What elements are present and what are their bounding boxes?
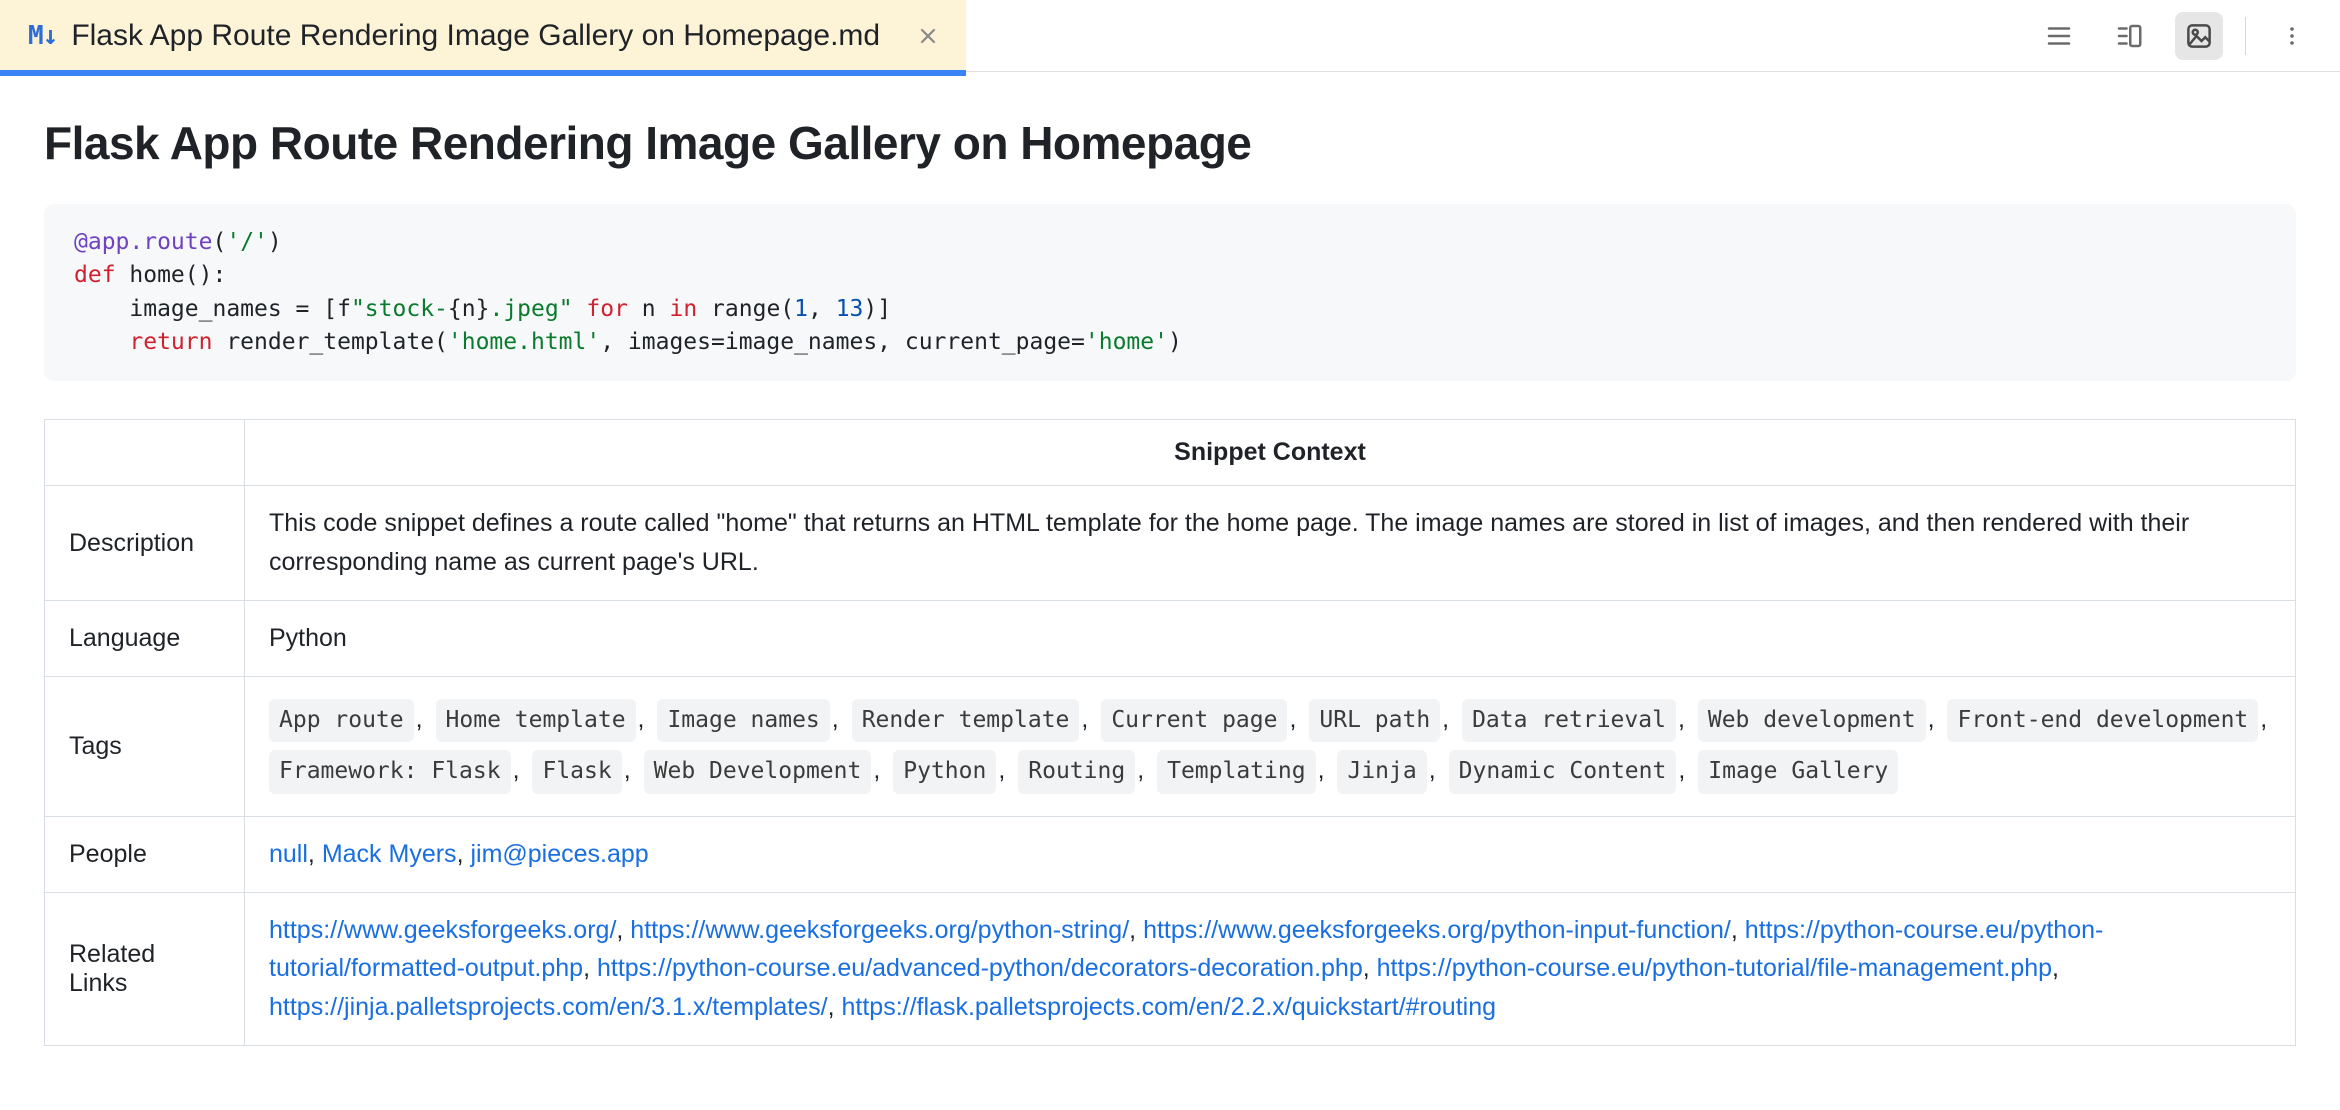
tag-chip: Web development xyxy=(1698,699,1926,743)
toolbar-separator xyxy=(2245,17,2246,55)
tag-chip: Home template xyxy=(436,699,636,743)
table-header-main: Snippet Context xyxy=(245,420,2296,486)
related-link[interactable]: https://python-course.eu/advanced-python… xyxy=(597,954,1363,982)
row-value-people: null, Mack Myers, jim@pieces.app xyxy=(245,816,2296,892)
page-title: Flask App Route Rendering Image Gallery … xyxy=(44,116,2296,170)
table-header-empty xyxy=(45,420,245,486)
row-label-people: People xyxy=(45,816,245,892)
tag-chip: Routing xyxy=(1018,750,1135,794)
close-tab-button[interactable] xyxy=(914,22,942,50)
tag-chip: Front-end development xyxy=(1947,699,2258,743)
row-label-links: Related Links xyxy=(45,892,245,1045)
related-link[interactable]: https://www.geeksforgeeks.org/python-inp… xyxy=(1143,916,1731,944)
row-value-links: https://www.geeksforgeeks.org/, https://… xyxy=(245,892,2296,1045)
active-tab[interactable]: M↓ Flask App Route Rendering Image Galle… xyxy=(0,0,966,72)
table-row: Description This code snippet defines a … xyxy=(45,486,2296,601)
tag-chip: Templating xyxy=(1157,750,1315,794)
table-row: Tags App route, Home template, Image nam… xyxy=(45,676,2296,816)
tab-filename: Flask App Route Rendering Image Gallery … xyxy=(71,19,880,53)
tag-chip: Image Gallery xyxy=(1698,750,1898,794)
tag-chip: URL path xyxy=(1309,699,1440,743)
row-label-description: Description xyxy=(45,486,245,601)
related-link[interactable]: https://python-course.eu/python-tutorial… xyxy=(1377,954,2052,982)
tab-bar: M↓ Flask App Route Rendering Image Galle… xyxy=(0,0,2340,72)
person-link[interactable]: Mack Myers xyxy=(322,840,457,868)
preview-icon[interactable] xyxy=(2175,12,2223,60)
code-block: @app.route('/') def home(): image_names … xyxy=(44,204,2296,381)
row-label-tags: Tags xyxy=(45,676,245,816)
more-icon[interactable] xyxy=(2268,12,2316,60)
tag-chip: Dynamic Content xyxy=(1449,750,1677,794)
tag-chip: Image names xyxy=(657,699,829,743)
tag-chip: Jinja xyxy=(1337,750,1426,794)
row-value-description: This code snippet defines a route called… xyxy=(245,486,2296,601)
person-link[interactable]: jim@pieces.app xyxy=(470,840,648,868)
tag-chip: Data retrieval xyxy=(1462,699,1676,743)
tag-chip: Current page xyxy=(1101,699,1287,743)
tag-chip: App route xyxy=(269,699,414,743)
tag-chip: Flask xyxy=(532,750,621,794)
related-link[interactable]: https://flask.palletsprojects.com/en/2.2… xyxy=(842,993,1496,1021)
tag-chip: Render template xyxy=(852,699,1080,743)
context-table: Snippet Context Description This code sn… xyxy=(44,419,2296,1046)
list-view-icon[interactable] xyxy=(2035,12,2083,60)
related-link[interactable]: https://www.geeksforgeeks.org/python-str… xyxy=(630,916,1129,944)
tag-chip: Python xyxy=(893,750,996,794)
row-label-language: Language xyxy=(45,600,245,676)
markdown-file-icon: M↓ xyxy=(28,21,57,51)
preview-pane: Flask App Route Rendering Image Gallery … xyxy=(0,72,2340,1046)
person-link[interactable]: null xyxy=(269,840,308,868)
row-value-tags: App route, Home template, Image names, R… xyxy=(245,676,2296,816)
table-row: People null, Mack Myers, jim@pieces.app xyxy=(45,816,2296,892)
split-view-icon[interactable] xyxy=(2105,12,2153,60)
related-link[interactable]: https://www.geeksforgeeks.org/ xyxy=(269,916,616,944)
row-value-language: Python xyxy=(245,600,2296,676)
preview-toolbar xyxy=(2035,12,2340,60)
table-row: Language Python xyxy=(45,600,2296,676)
tag-chip: Framework: Flask xyxy=(269,750,511,794)
table-row: Related Links https://www.geeksforgeeks.… xyxy=(45,892,2296,1045)
tag-chip: Web Development xyxy=(644,750,872,794)
related-link[interactable]: https://jinja.palletsprojects.com/en/3.1… xyxy=(269,993,828,1021)
